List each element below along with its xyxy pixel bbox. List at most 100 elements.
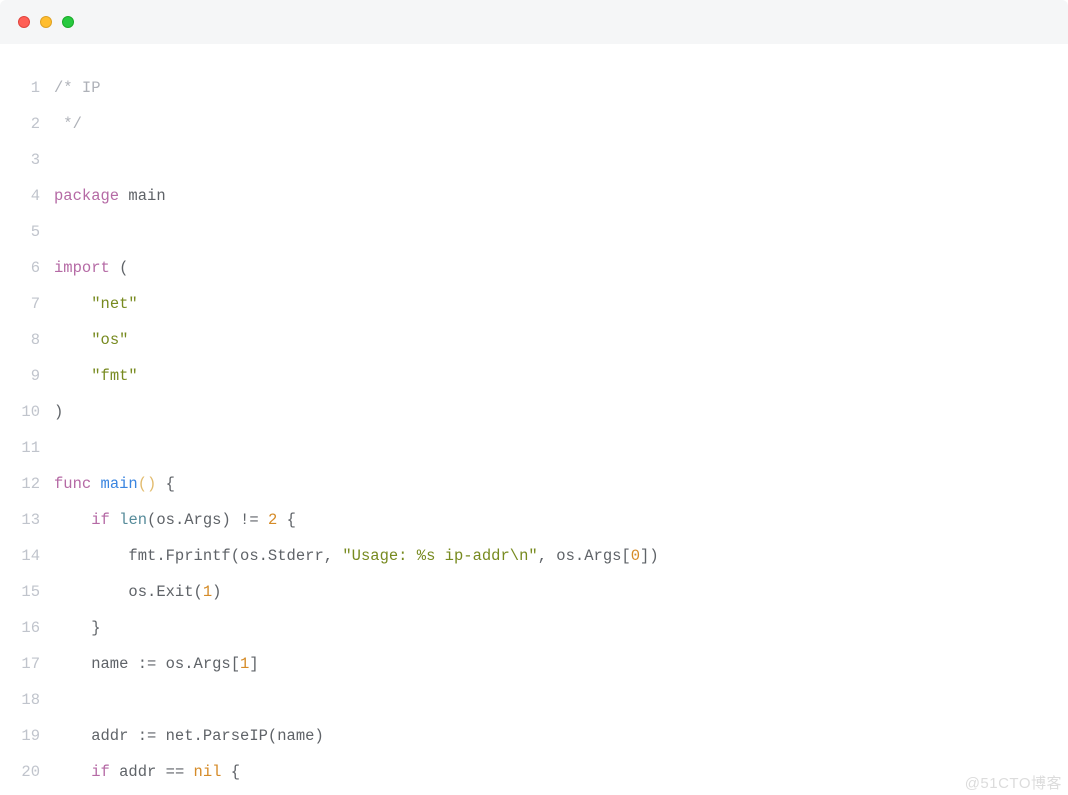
code-content: "os" — [54, 322, 128, 358]
code-token: package — [54, 187, 119, 205]
code-token: main — [119, 187, 166, 205]
line-number: 20 — [0, 754, 54, 790]
code-token: (os.Args) != — [147, 511, 268, 529]
code-content: ) — [54, 394, 63, 430]
line-number: 13 — [0, 502, 54, 538]
code-token — [54, 367, 91, 385]
code-token — [54, 295, 91, 313]
code-token: 2 — [268, 511, 277, 529]
code-line: 10) — [0, 394, 1068, 430]
watermark: @51CTO博客 — [965, 772, 1062, 793]
code-token: { — [277, 511, 296, 529]
code-content: func main() { — [54, 466, 175, 502]
code-line: 2 */ — [0, 106, 1068, 142]
code-line: 18 — [0, 682, 1068, 718]
code-line: 7 "net" — [0, 286, 1068, 322]
code-token: , os.Args[ — [538, 547, 631, 565]
code-content: name := os.Args[1] — [54, 646, 259, 682]
titlebar — [0, 0, 1068, 44]
code-area: 1/* IP2 */34package main56import (7 "net… — [0, 44, 1068, 790]
line-number: 10 — [0, 394, 54, 430]
code-token — [54, 511, 91, 529]
code-token: { — [221, 763, 240, 781]
line-number: 3 — [0, 142, 54, 178]
code-token: func — [54, 475, 91, 493]
code-content: os.Exit(1) — [54, 574, 221, 610]
code-line: 14 fmt.Fprintf(os.Stderr, "Usage: %s ip-… — [0, 538, 1068, 574]
line-number: 1 — [0, 70, 54, 106]
code-token: "Usage: %s ip-addr\n" — [342, 547, 537, 565]
zoom-icon[interactable] — [62, 16, 74, 28]
code-token: "os" — [91, 331, 128, 349]
code-line: 5 — [0, 214, 1068, 250]
code-line: 12func main() { — [0, 466, 1068, 502]
code-line: 16 } — [0, 610, 1068, 646]
code-content: */ — [54, 106, 82, 142]
line-number: 18 — [0, 682, 54, 718]
code-line: 13 if len(os.Args) != 2 { — [0, 502, 1068, 538]
code-token: ) — [212, 583, 221, 601]
line-number: 19 — [0, 718, 54, 754]
code-token — [54, 331, 91, 349]
code-token — [54, 763, 91, 781]
code-token — [91, 475, 100, 493]
code-token — [110, 511, 119, 529]
code-line: 3 — [0, 142, 1068, 178]
code-token: ]) — [640, 547, 659, 565]
line-number: 16 — [0, 610, 54, 646]
line-number: 7 — [0, 286, 54, 322]
code-content: import ( — [54, 250, 128, 286]
code-line: 20 if addr == nil { — [0, 754, 1068, 790]
code-token: addr == — [110, 763, 194, 781]
line-number: 5 — [0, 214, 54, 250]
line-number: 15 — [0, 574, 54, 610]
code-token: "net" — [91, 295, 138, 313]
code-token: nil — [194, 763, 222, 781]
line-number: 8 — [0, 322, 54, 358]
code-token: */ — [54, 115, 82, 133]
line-number: 4 — [0, 178, 54, 214]
code-token: } — [54, 619, 101, 637]
code-token: () — [138, 475, 157, 493]
code-token: ) — [54, 403, 63, 421]
code-token: 0 — [631, 547, 640, 565]
code-token: len — [119, 511, 147, 529]
code-token: { — [156, 475, 175, 493]
code-line: 9 "fmt" — [0, 358, 1068, 394]
code-token: ( — [110, 259, 129, 277]
code-content: "fmt" — [54, 358, 138, 394]
code-line: 8 "os" — [0, 322, 1068, 358]
code-content: } — [54, 610, 101, 646]
code-token: /* IP — [54, 79, 101, 97]
code-window: 1/* IP2 */34package main56import (7 "net… — [0, 0, 1068, 795]
code-line: 4package main — [0, 178, 1068, 214]
code-line: 1/* IP — [0, 70, 1068, 106]
code-token: fmt.Fprintf(os.Stderr, — [54, 547, 342, 565]
code-token: ] — [249, 655, 258, 673]
code-line: 11 — [0, 430, 1068, 466]
code-token: 1 — [240, 655, 249, 673]
code-token: if — [91, 763, 110, 781]
code-content: if addr == nil { — [54, 754, 240, 790]
code-line: 17 name := os.Args[1] — [0, 646, 1068, 682]
code-line: 19 addr := net.ParseIP(name) — [0, 718, 1068, 754]
code-token: "fmt" — [91, 367, 138, 385]
code-content: package main — [54, 178, 166, 214]
minimize-icon[interactable] — [40, 16, 52, 28]
code-content: "net" — [54, 286, 138, 322]
line-number: 12 — [0, 466, 54, 502]
line-number: 17 — [0, 646, 54, 682]
code-token: main — [101, 475, 138, 493]
line-number: 2 — [0, 106, 54, 142]
code-token: if — [91, 511, 110, 529]
code-content: if len(os.Args) != 2 { — [54, 502, 296, 538]
line-number: 11 — [0, 430, 54, 466]
line-number: 6 — [0, 250, 54, 286]
code-token: name := os.Args[ — [54, 655, 240, 673]
code-token: os.Exit( — [54, 583, 203, 601]
code-content: addr := net.ParseIP(name) — [54, 718, 324, 754]
close-icon[interactable] — [18, 16, 30, 28]
code-token: addr := net.ParseIP(name) — [54, 727, 324, 745]
code-line: 15 os.Exit(1) — [0, 574, 1068, 610]
line-number: 14 — [0, 538, 54, 574]
